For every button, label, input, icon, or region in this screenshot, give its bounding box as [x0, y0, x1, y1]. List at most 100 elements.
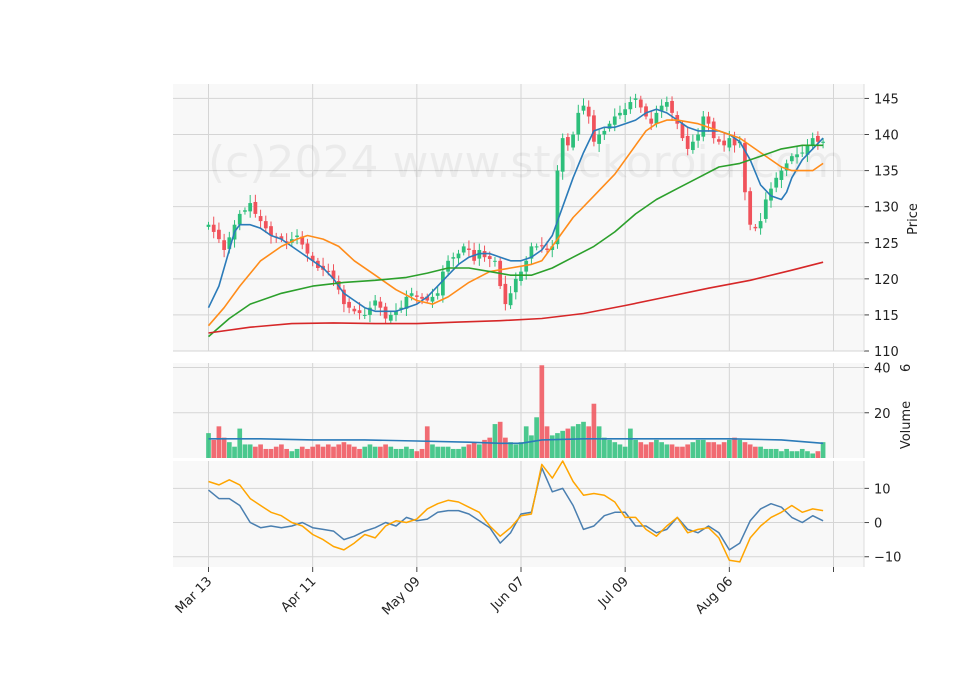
chart-stage: (c)2024 www.stockoroid.com Mar 13 Apr 11 M…: [0, 0, 960, 690]
candle-body: [508, 293, 513, 306]
volume-bar: [674, 446, 680, 458]
volume-bar: [601, 437, 607, 458]
candle-body: [571, 134, 575, 148]
volume-bar: [794, 451, 800, 458]
volume-bar: [268, 448, 274, 458]
candle-body: [566, 137, 570, 146]
volume-bar: [726, 439, 732, 458]
candle-body: [581, 105, 586, 111]
volume-bar: [549, 435, 555, 458]
volume-bar: [263, 448, 269, 458]
volume-bar: [492, 424, 498, 458]
volume-axis-exponent: 6: [899, 364, 914, 372]
volume-bar: [456, 448, 461, 458]
candle-body: [503, 283, 508, 305]
volume-bar: [508, 442, 513, 458]
y-tick-label: 0: [874, 517, 882, 532]
volume-bar: [721, 442, 727, 458]
candle-body: [774, 177, 779, 188]
candle-body: [545, 248, 549, 250]
volume-bar: [711, 442, 717, 458]
candle-body: [644, 106, 648, 117]
candle-body: [597, 134, 601, 144]
candle-body: [211, 224, 216, 232]
volume-bar: [336, 444, 342, 458]
volume-bar: [768, 448, 774, 458]
volume-bar: [591, 403, 597, 458]
candle-body: [420, 296, 424, 299]
volume-bar: [810, 453, 816, 458]
volume-bar: [393, 448, 399, 458]
candle-body: [373, 300, 378, 306]
y-tick-label: −10: [874, 551, 901, 566]
volume-bar: [685, 444, 691, 458]
candle-body: [623, 109, 628, 116]
volume-bar: [320, 446, 326, 458]
volume-bar: [763, 448, 769, 458]
candle-body: [696, 134, 700, 141]
volume-bar: [513, 444, 519, 458]
volume-bar: [544, 426, 550, 458]
volume-bar: [289, 451, 295, 458]
candle-body: [305, 243, 310, 254]
candle-body: [430, 296, 435, 302]
candle-body: [789, 156, 794, 162]
candle-body: [378, 301, 383, 308]
volume-bar: [357, 448, 362, 458]
volume-bar: [419, 448, 425, 458]
candle-body: [513, 278, 518, 293]
volume-bar: [211, 439, 217, 458]
candle-body: [409, 293, 414, 296]
volume-bar: [690, 442, 696, 458]
candle-body: [467, 248, 471, 250]
volume-bar: [445, 446, 451, 458]
candle-body: [618, 112, 622, 116]
volume-bar: [430, 444, 435, 458]
volume-bar: [315, 444, 321, 458]
volume-bar: [706, 442, 711, 458]
volume-bar: [789, 451, 795, 458]
candle-body: [612, 116, 617, 125]
volume-bar: [518, 442, 524, 458]
volume-bar: [638, 442, 644, 458]
candle-body: [670, 100, 674, 113]
volume-bar: [232, 446, 237, 458]
candle-body: [638, 99, 643, 108]
volume-bar: [753, 446, 758, 458]
volume-bar: [258, 444, 263, 458]
volume-bar: [534, 417, 539, 458]
volume-bar: [612, 442, 618, 458]
volume-bar: [570, 426, 576, 458]
volume-bar: [466, 444, 472, 458]
x-tick-label: Mar 13: [173, 574, 216, 617]
price-axis-label: Price: [906, 203, 921, 235]
volume-bar: [633, 439, 638, 458]
volume-axis-label: Volume: [899, 401, 914, 449]
candle-body: [487, 256, 492, 259]
volume-bar: [284, 448, 289, 458]
candle-body: [248, 203, 253, 212]
volume-bar: [247, 444, 253, 458]
y-tick-label: 110: [874, 345, 899, 360]
volume-bar: [815, 451, 821, 458]
volume-bar: [294, 448, 300, 458]
volume-bar: [586, 426, 592, 458]
candle-body: [685, 135, 690, 149]
candle-body: [717, 139, 721, 142]
volume-bar: [305, 448, 310, 458]
candle-body: [821, 141, 825, 143]
volume-bar: [221, 437, 227, 458]
volume-bar: [476, 444, 482, 458]
candle-body: [441, 271, 445, 296]
candle-body: [347, 301, 351, 308]
volume-bar: [773, 448, 779, 458]
volume-bar: [325, 444, 331, 458]
volume-bar: [669, 444, 675, 458]
volume-bar: [346, 444, 352, 458]
candle-body: [633, 98, 638, 100]
volume-bar: [732, 437, 737, 458]
candle-body: [243, 210, 247, 212]
candle-body: [706, 116, 711, 124]
volume-bar: [581, 421, 586, 458]
candle-body: [576, 112, 581, 135]
